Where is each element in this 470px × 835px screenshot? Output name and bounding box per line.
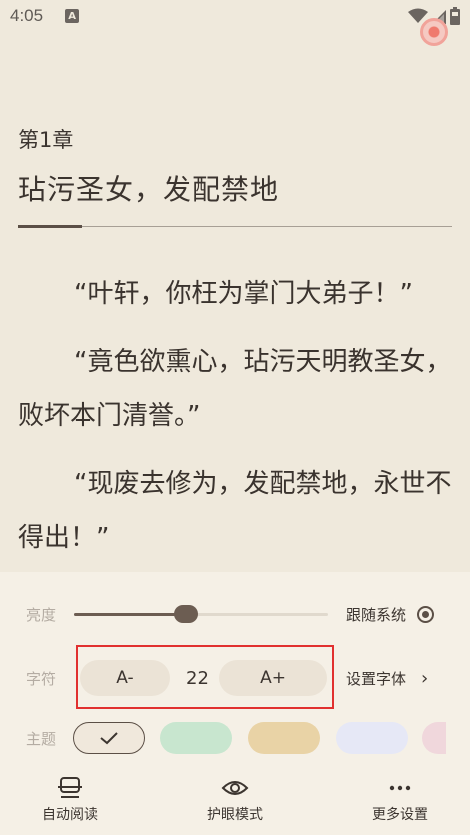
follow-system-label: 跟随系统 [346,605,407,624]
eye-icon [221,781,249,795]
theme-swatch-pink[interactable] [422,722,446,754]
theme-swatch-tan[interactable] [248,722,320,754]
chapter-number: 第1章 [18,128,74,152]
nav-more-settings[interactable]: 更多设置 [340,772,460,824]
chapter-title: 玷污圣女，发配禁地 [18,173,280,206]
nav-eye-care-label: 护眼模式 [207,807,263,823]
theme-swatch-green[interactable] [160,722,232,754]
brightness-slider[interactable] [74,605,328,623]
bottom-nav: 自动阅读 护眼模式 更多设置 [0,772,470,835]
font-controls-highlight [76,645,334,709]
battery-icon [450,7,460,25]
paragraph: “现废去修为，发配禁地，永世不得出！” [18,469,452,553]
paragraph: “竟色欲熏心，玷污天明教圣女，败坏本门清誉。” [18,347,452,431]
follow-system-radio[interactable] [417,606,434,623]
brightness-slider-fill [74,613,186,616]
auto-read-icon [58,777,82,798]
nav-more-settings-label: 更多设置 [372,807,428,823]
theme-swatch-lavender[interactable] [336,722,408,754]
brightness-row: 亮度 跟随系统 [0,594,470,634]
more-icon [389,785,411,791]
reader-content[interactable]: 第1章 玷污圣女，发配禁地 “叶轩，你枉为掌门大弟子！” “竟色欲熏心，玷污天明… [0,32,470,572]
nav-auto-read[interactable]: 自动阅读 [10,772,130,824]
title-divider [18,225,452,228]
nav-eye-care[interactable]: 护眼模式 [175,772,295,824]
theme-label: 主题 [26,729,57,748]
set-font-link[interactable]: 设置字体 [346,668,406,689]
brightness-label: 亮度 [26,605,57,624]
font-label: 字符 [26,669,57,688]
nav-auto-read-label: 自动阅读 [42,807,98,823]
check-icon [100,732,118,745]
chevron-right-icon[interactable]: › [421,668,428,689]
brightness-slider-handle[interactable] [173,605,198,623]
status-time: 4:05 [10,6,44,25]
theme-swatch-beige[interactable] [73,722,145,754]
status-bar: 4:05 A [0,0,470,32]
paragraph: “叶轩，你枉为掌门大弟子！” [74,279,413,309]
notification-badge-icon: A [65,9,80,23]
